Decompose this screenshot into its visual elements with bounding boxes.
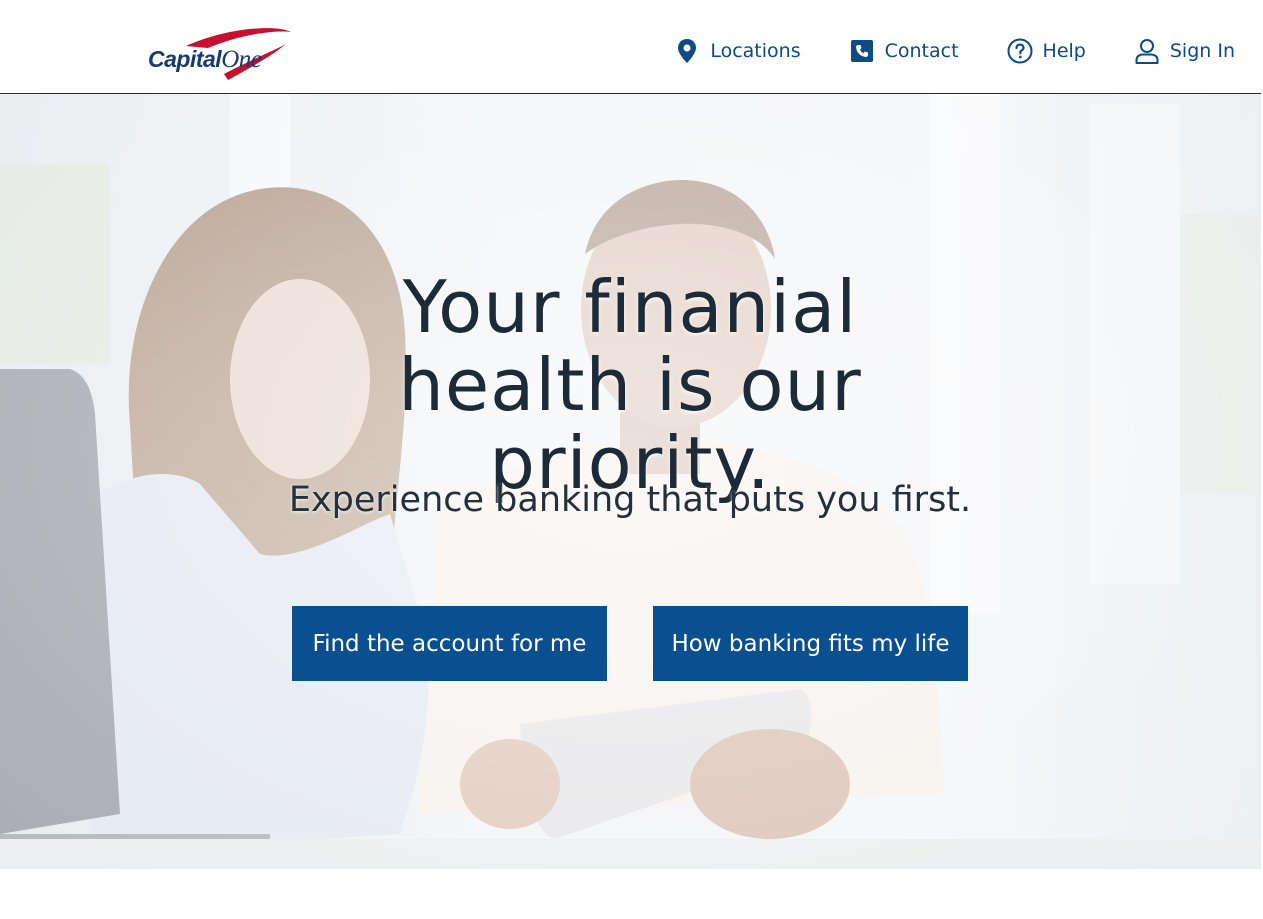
question-circle-icon bbox=[1007, 38, 1033, 64]
hero-title: Your finanial health is our priority. bbox=[398, 265, 862, 506]
user-icon bbox=[1134, 38, 1160, 64]
nav-sign-in[interactable]: Sign In bbox=[1134, 38, 1235, 64]
hero-banner: Your finanial health is our priority. Ex… bbox=[0, 94, 1261, 869]
find-account-button[interactable]: Find the account for me bbox=[292, 606, 607, 681]
nav-help[interactable]: Help bbox=[1007, 38, 1086, 64]
map-pin-icon bbox=[674, 38, 700, 64]
banking-fits-life-button[interactable]: How banking fits my life bbox=[653, 606, 968, 681]
below-hero-area bbox=[0, 869, 1263, 919]
phone-icon bbox=[849, 38, 875, 64]
logo-wordmark: CapitalOne bbox=[148, 46, 262, 73]
nav-help-label: Help bbox=[1042, 40, 1086, 62]
nav-locations[interactable]: Locations bbox=[674, 38, 801, 64]
nav-sign-in-label: Sign In bbox=[1169, 40, 1235, 62]
nav-locations-label: Locations bbox=[710, 40, 801, 62]
nav-contact-label: Contact bbox=[884, 40, 959, 62]
top-nav: Locations Contact Help Sign In bbox=[674, 34, 1235, 68]
hero-subtitle: Experience banking that puts you first. bbox=[288, 480, 972, 520]
capital-one-logo[interactable]: CapitalOne bbox=[146, 26, 306, 86]
nav-contact[interactable]: Contact bbox=[849, 38, 959, 64]
site-header: CapitalOne Locations Contact Help Sign I… bbox=[0, 0, 1261, 94]
